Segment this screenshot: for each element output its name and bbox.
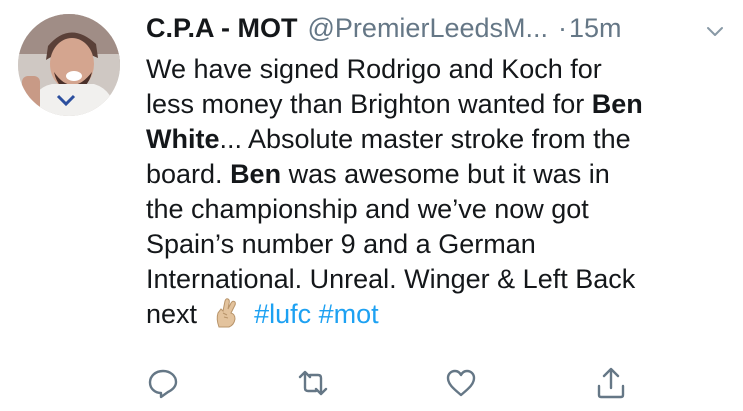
crossed-fingers-emoji <box>213 297 241 329</box>
hashtag-link[interactable]: #lufc <box>254 299 311 329</box>
display-name[interactable]: C.P.A - MOT <box>146 13 298 44</box>
tweet-header: C.P.A - MOT @PremierLeedsM... · 15m <box>146 10 726 46</box>
share-icon[interactable] <box>594 366 628 400</box>
retweet-icon[interactable] <box>296 366 330 400</box>
avatar-photo <box>18 14 120 116</box>
bold-text: Ben <box>591 89 643 119</box>
tweet-line: We have signed Rodrigo and Koch for <box>146 54 602 84</box>
tweet-line: Spain’s number 9 and a German <box>146 229 536 259</box>
avatar[interactable] <box>18 14 120 116</box>
reply-icon[interactable] <box>146 366 180 400</box>
separator-dot: · <box>558 12 567 43</box>
tweet-text: We have signed Rodrigo and Koch for less… <box>146 52 726 332</box>
tweet-line: less money than Brighton wanted for Ben <box>146 89 643 119</box>
tweet-line: the championship and we’ve now got <box>146 194 589 224</box>
tweet-line: board. Ben was awesome but it was in <box>146 159 610 189</box>
timestamp[interactable]: 15m <box>569 13 622 44</box>
user-handle[interactable]: @PremierLeedsM... <box>308 13 548 44</box>
bold-text: White <box>146 124 220 154</box>
tweet-line: White... Absolute master stroke from the <box>146 124 631 154</box>
tweet-line: International. Unreal. Winger & Left Bac… <box>146 264 636 294</box>
bold-text: Ben <box>230 159 282 189</box>
tweet-line: next #lufc #mot <box>146 297 379 329</box>
chevron-down-icon[interactable] <box>704 18 726 40</box>
hashtag-link[interactable]: #mot <box>319 299 379 329</box>
heart-icon[interactable] <box>444 366 478 400</box>
tweet-actions <box>146 366 636 400</box>
